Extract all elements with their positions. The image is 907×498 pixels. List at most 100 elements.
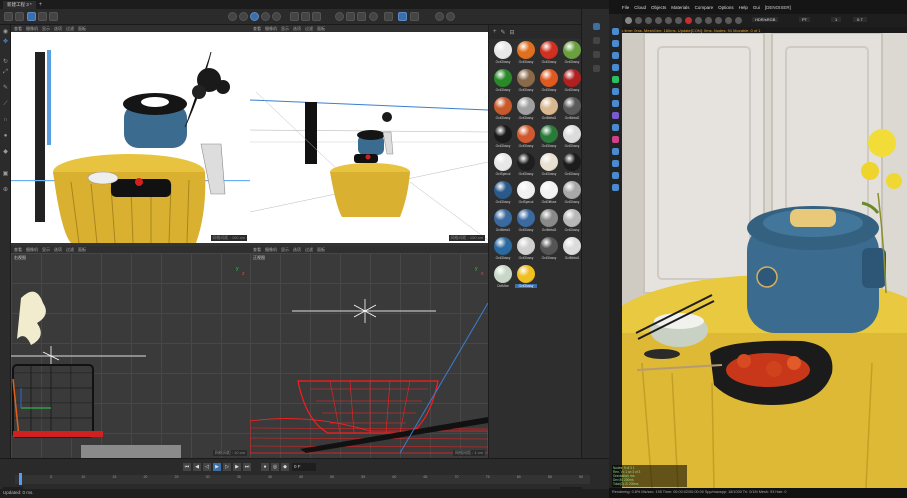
playhead[interactable] bbox=[19, 473, 22, 485]
pick-material-icon[interactable] bbox=[685, 17, 692, 24]
workplane-icon[interactable] bbox=[398, 12, 407, 21]
send-scene-icon[interactable] bbox=[625, 17, 632, 24]
knife-icon[interactable]: ⟋ bbox=[2, 101, 9, 108]
next-frame-icon[interactable]: ▷ bbox=[223, 463, 231, 471]
menu-options[interactable]: Options bbox=[718, 5, 734, 10]
menu-camera[interactable]: 摄像机 bbox=[26, 247, 38, 253]
settings-icon[interactable] bbox=[612, 184, 619, 191]
edges-mode-icon[interactable] bbox=[49, 12, 58, 21]
sky-icon[interactable] bbox=[612, 172, 619, 179]
move-icon[interactable] bbox=[228, 12, 237, 21]
magnet-icon[interactable]: ∩ bbox=[2, 117, 9, 124]
menu-panel[interactable]: 面板 bbox=[78, 247, 86, 253]
material-swatch[interactable]: OctGlossy bbox=[515, 69, 537, 95]
aov-icon[interactable] bbox=[612, 136, 619, 143]
undo-icon[interactable] bbox=[15, 12, 24, 21]
material-swatch[interactable]: OctGlossy bbox=[515, 209, 537, 235]
rotate-tool-icon[interactable]: ↻ bbox=[2, 59, 9, 66]
material-swatch[interactable]: OctGlossy bbox=[538, 41, 560, 67]
fog-icon[interactable] bbox=[612, 160, 619, 167]
material-swatch[interactable]: OctGlossy bbox=[538, 125, 560, 151]
pen-icon[interactable] bbox=[301, 12, 310, 21]
menu-view[interactable]: 查看 bbox=[253, 26, 261, 32]
material-swatch[interactable]: OctGlossy bbox=[515, 153, 537, 179]
vdb-icon[interactable] bbox=[612, 148, 619, 155]
material-swatch[interactable]: OctMetal2 bbox=[561, 97, 583, 123]
select-icon[interactable]: ◉ bbox=[2, 29, 9, 36]
menu-help[interactable]: Help bbox=[739, 5, 748, 10]
light-icon[interactable] bbox=[612, 52, 619, 59]
play-icon[interactable]: ▶ bbox=[213, 463, 221, 471]
menu-panel[interactable]: 面板 bbox=[317, 26, 325, 32]
material-swatch[interactable]: OctGlossy bbox=[492, 181, 514, 207]
material-swatch[interactable]: OctGlossy bbox=[538, 153, 560, 179]
goto-start-icon[interactable]: ⏮ bbox=[183, 463, 191, 471]
object-tag-icon[interactable] bbox=[612, 112, 619, 119]
material-swatch[interactable]: OctGlossy bbox=[561, 125, 583, 151]
material-swatch[interactable]: OctMixe bbox=[492, 265, 514, 291]
material-swatch[interactable]: OctMetal1 bbox=[538, 97, 560, 123]
light-icon[interactable] bbox=[369, 12, 378, 21]
camera-icon[interactable] bbox=[357, 12, 366, 21]
snap-icon[interactable]: ⊕ bbox=[2, 187, 9, 194]
render-icon[interactable] bbox=[435, 12, 444, 21]
material-swatch[interactable]: OctGlossy bbox=[515, 265, 537, 291]
sphere-icon[interactable] bbox=[593, 51, 600, 58]
octane-live-icon[interactable] bbox=[593, 23, 600, 30]
material-swatch[interactable]: OctMetal1 bbox=[492, 209, 514, 235]
material-swatch[interactable]: OctGlossy bbox=[492, 41, 514, 67]
material-swatch[interactable]: OctGlossy bbox=[492, 237, 514, 263]
current-frame-field[interactable]: 0 F bbox=[292, 463, 316, 471]
menu-panel[interactable]: 面板 bbox=[78, 26, 86, 32]
sculpt-icon[interactable]: ◆ bbox=[2, 149, 9, 156]
menu-options[interactable]: 选项 bbox=[293, 26, 301, 32]
material-swatch[interactable]: OctGlossy bbox=[561, 69, 583, 95]
keyframe-icon[interactable]: ◆ bbox=[281, 463, 289, 471]
menu-file[interactable]: File bbox=[622, 5, 629, 10]
region-icon[interactable] bbox=[675, 17, 682, 24]
goto-end-icon[interactable]: ⏭ bbox=[243, 463, 251, 471]
menu-gui[interactable]: Gui bbox=[753, 5, 760, 10]
menu-display[interactable]: 显示 bbox=[42, 26, 50, 32]
menu-camera[interactable]: 摄像机 bbox=[265, 26, 277, 32]
material-swatch[interactable]: OctSpecul bbox=[515, 181, 537, 207]
material-swatch[interactable]: OctGlossy bbox=[515, 97, 537, 123]
document-tab[interactable]: 新建工程 3 * bbox=[3, 0, 36, 9]
value-field-2[interactable]: 0.7 bbox=[853, 17, 867, 22]
texture-icon[interactable] bbox=[612, 88, 619, 95]
add-tab-icon[interactable]: + bbox=[39, 2, 43, 8]
scale-icon[interactable] bbox=[239, 12, 248, 21]
restart-icon[interactable] bbox=[635, 17, 642, 24]
viewport-front[interactable]: 查看 摄像机 显示 选项 过滤 面板 正视图 y x 网格间距 : 1 cm bbox=[250, 246, 488, 458]
grid-snap-icon[interactable] bbox=[384, 12, 393, 21]
menu-materials[interactable]: Materials bbox=[671, 5, 689, 10]
move-tool-icon[interactable]: ✥ bbox=[2, 39, 9, 46]
axis-icon[interactable] bbox=[410, 12, 419, 21]
scale-tool-icon[interactable]: ⤢ bbox=[2, 69, 9, 76]
menu-cloud[interactable]: Cloud bbox=[634, 5, 646, 10]
value-field-1[interactable]: 1 bbox=[831, 17, 842, 22]
cube-icon[interactable] bbox=[290, 12, 299, 21]
menu-display[interactable]: 显示 bbox=[281, 247, 289, 253]
menu-compare[interactable]: Compare bbox=[695, 5, 714, 10]
menu-filter[interactable]: 过滤 bbox=[305, 26, 313, 32]
model-mode-icon[interactable] bbox=[27, 12, 36, 21]
next-key-icon[interactable]: ▶ bbox=[233, 463, 241, 471]
subdivision-icon[interactable] bbox=[312, 12, 321, 21]
material-icon[interactable] bbox=[612, 100, 619, 107]
material-swatch[interactable]: OctGlossy bbox=[561, 41, 583, 67]
material-swatch[interactable]: OctGlossy bbox=[492, 97, 514, 123]
material-swatch[interactable]: OctGlossy bbox=[561, 153, 583, 179]
render-region-icon[interactable] bbox=[593, 37, 600, 44]
pause-icon[interactable] bbox=[645, 17, 652, 24]
render-image[interactable] bbox=[622, 33, 907, 488]
material-swatch[interactable]: OctGlossy bbox=[538, 237, 560, 263]
menu-options[interactable]: 选项 bbox=[54, 26, 62, 32]
menu-panel[interactable]: 面板 bbox=[317, 247, 325, 253]
material-swatch[interactable]: OctGlossy bbox=[515, 237, 537, 263]
stop-icon[interactable] bbox=[655, 17, 662, 24]
material-swatch[interactable]: OctDiffuse bbox=[538, 181, 560, 207]
menu-view[interactable]: 查看 bbox=[14, 247, 22, 253]
material-swatch[interactable]: OctGlossy bbox=[561, 209, 583, 235]
lock-icon[interactable] bbox=[665, 17, 672, 24]
